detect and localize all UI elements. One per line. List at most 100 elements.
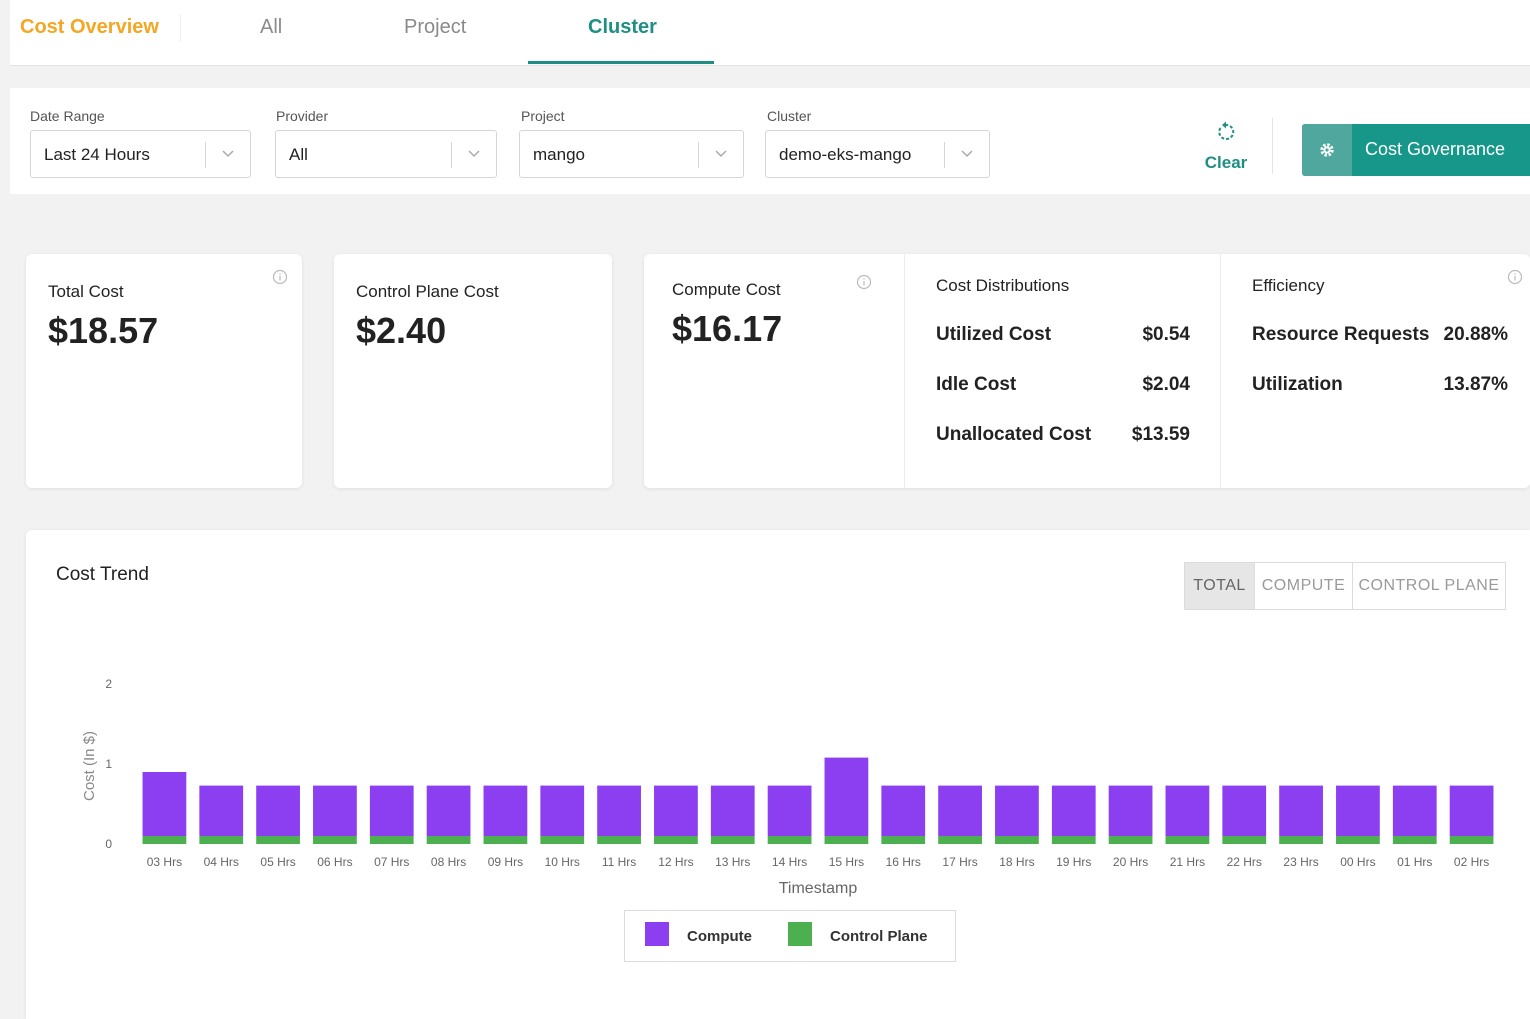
bar-compute xyxy=(767,785,812,836)
select-separator xyxy=(451,142,452,168)
bar-compute xyxy=(1051,785,1096,836)
chart-legend: Compute Control Plane xyxy=(624,910,956,962)
bar-compute xyxy=(1279,785,1323,836)
top-nav: Cost Overview All Project Cluster xyxy=(10,0,1530,66)
bar-compute xyxy=(995,785,1039,836)
x-tick-label: 05 Hrs xyxy=(260,855,295,869)
bar-control-plane xyxy=(199,836,244,844)
cost-distributions-title: Cost Distributions xyxy=(936,276,1070,295)
x-tick-label: 23 Hrs xyxy=(1283,855,1318,869)
x-tick-label: 11 Hrs xyxy=(602,855,636,869)
bar-compute xyxy=(313,785,357,836)
x-tick-label: 10 Hrs xyxy=(545,855,580,869)
total-cost-title: Total Cost xyxy=(48,282,124,301)
select-separator xyxy=(698,142,699,168)
active-tab-indicator xyxy=(528,61,714,64)
bar-control-plane xyxy=(881,836,926,844)
bar-control-plane xyxy=(1392,836,1437,844)
x-tick-label: 00 Hrs xyxy=(1340,855,1375,869)
tab-cluster[interactable]: Cluster xyxy=(588,16,657,39)
cost-trend-panel: Cost Trend TOTAL COMPUTE CONTROL PLANE 0… xyxy=(26,530,1530,1019)
info-icon[interactable] xyxy=(856,274,872,290)
bar-compute xyxy=(483,785,528,836)
chevron-down-icon[interactable] xyxy=(468,147,480,159)
date-range-value: Last 24 Hours xyxy=(44,145,150,164)
bar-control-plane xyxy=(426,836,471,844)
compute-cost-value: $16.17 xyxy=(672,308,783,349)
total-cost-value: $18.57 xyxy=(48,310,159,351)
x-tick-label: 14 Hrs xyxy=(772,855,807,869)
x-tick-label: 15 Hrs xyxy=(829,855,864,869)
project-select[interactable]: mango xyxy=(519,130,744,178)
project-label: Project xyxy=(521,108,565,124)
clear-button[interactable]: Clear xyxy=(1196,120,1256,176)
info-icon[interactable] xyxy=(272,269,288,285)
bar-compute xyxy=(597,785,641,836)
x-tick-label: 12 Hrs xyxy=(658,855,693,869)
bar-control-plane xyxy=(995,836,1039,844)
resource-requests-value: 20.88% xyxy=(1443,324,1508,345)
x-axis-label: Timestamp xyxy=(779,880,858,897)
bar-compute xyxy=(654,785,698,836)
bar-compute xyxy=(1165,785,1210,836)
bar-control-plane xyxy=(142,836,187,844)
bar-control-plane xyxy=(1449,836,1494,844)
bar-control-plane xyxy=(710,836,755,844)
y-tick-label: 1 xyxy=(105,757,112,771)
legend-label-compute[interactable]: Compute xyxy=(687,928,752,945)
efficiency-title: Efficiency xyxy=(1252,276,1325,295)
gear-icon-box xyxy=(1302,124,1352,176)
select-separator xyxy=(205,142,206,168)
bar-control-plane xyxy=(654,836,698,844)
bar-control-plane xyxy=(1051,836,1096,844)
legend-label-control-plane[interactable]: Control Plane xyxy=(830,928,928,945)
bar-compute xyxy=(1449,785,1494,836)
control-plane-cost-card: Control Plane Cost $2.40 xyxy=(334,254,612,488)
toolbar-divider xyxy=(1272,118,1273,174)
y-tick-label: 2 xyxy=(105,677,112,691)
provider-label: Provider xyxy=(276,108,329,124)
bar-compute xyxy=(1336,785,1380,836)
x-tick-label: 01 Hrs xyxy=(1397,855,1432,869)
cluster-select[interactable]: demo-eks-mango xyxy=(765,130,990,178)
bar-control-plane xyxy=(1222,836,1267,844)
y-axis-label: Cost (In $) xyxy=(81,731,98,801)
compute-cost-title: Compute Cost xyxy=(672,280,781,299)
x-tick-label: 16 Hrs xyxy=(886,855,921,869)
tab-all[interactable]: All xyxy=(260,16,282,39)
tab-project[interactable]: Project xyxy=(404,16,466,39)
x-tick-label: 21 Hrs xyxy=(1170,855,1205,869)
brand-title[interactable]: Cost Overview xyxy=(20,16,159,39)
cost-governance-button[interactable]: Cost Governance xyxy=(1302,124,1530,176)
provider-select[interactable]: All xyxy=(275,130,497,178)
control-plane-cost-title: Control Plane Cost xyxy=(356,282,499,301)
bar-control-plane xyxy=(483,836,528,844)
x-tick-label: 04 Hrs xyxy=(204,855,239,869)
card-divider xyxy=(1220,254,1221,488)
bar-compute xyxy=(426,785,471,836)
bar-control-plane xyxy=(824,836,869,844)
bar-control-plane xyxy=(938,836,982,844)
chevron-down-icon[interactable] xyxy=(222,147,234,159)
filter-bar: Date Range Last 24 Hours Provider All Pr… xyxy=(10,88,1530,194)
bar-compute xyxy=(142,772,187,836)
x-tick-label: 07 Hrs xyxy=(374,855,409,869)
clear-label: Clear xyxy=(1204,153,1248,172)
total-cost-card: Total Cost $18.57 xyxy=(26,254,302,488)
bar-control-plane xyxy=(1165,836,1210,844)
chevron-down-icon[interactable] xyxy=(961,147,973,159)
chevron-down-icon[interactable] xyxy=(715,147,727,159)
x-tick-label: 06 Hrs xyxy=(317,855,352,869)
utilized-cost-label: Utilized Cost xyxy=(936,324,1052,345)
cost-trend-chart: 0 1 2 Cost (In $) 03 Hrs 04 Hrs 05 Hrs 06 Hrs 07… xyxy=(81,677,1494,897)
x-tick-label: 17 Hrs xyxy=(942,855,977,869)
unallocated-cost-value: $13.59 xyxy=(1131,424,1190,445)
date-range-select[interactable]: Last 24 Hours xyxy=(30,130,251,178)
bar-control-plane xyxy=(256,836,300,844)
bar-control-plane xyxy=(1336,836,1380,844)
utilization-label: Utilization xyxy=(1252,374,1343,395)
gear-icon xyxy=(1320,143,1334,157)
select-separator xyxy=(944,142,945,168)
bar-compute xyxy=(540,785,585,836)
info-icon[interactable] xyxy=(1507,269,1523,285)
